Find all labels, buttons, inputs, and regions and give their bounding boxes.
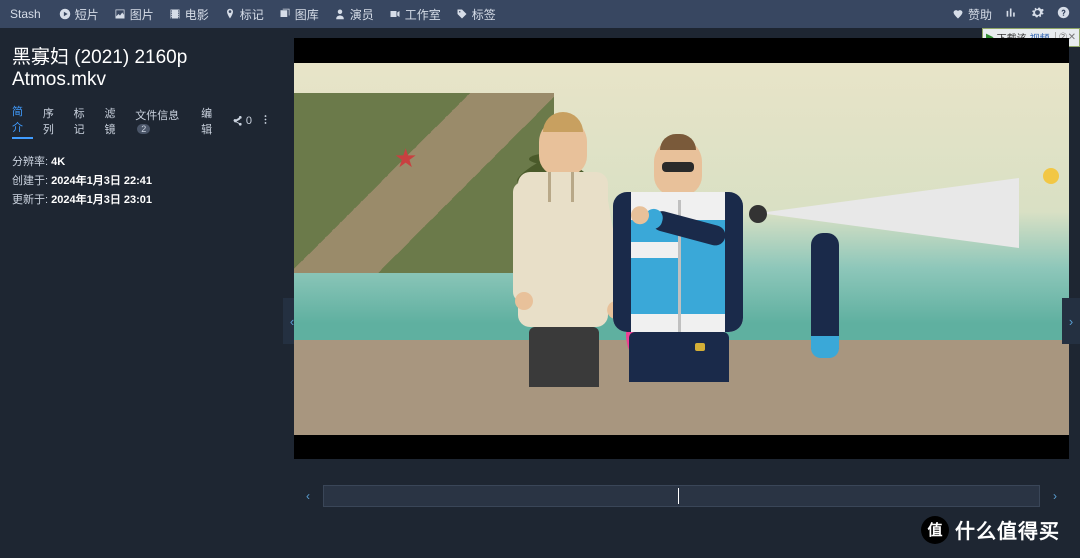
updated-row: 更新于: 2024年1月3日 23:01 — [12, 191, 271, 207]
play-circle-icon — [59, 8, 71, 20]
nav-shorts[interactable]: 短片 — [59, 6, 99, 23]
gear-icon — [1031, 6, 1044, 19]
nav-markers[interactable]: 标记 — [224, 6, 264, 23]
details-panel: 分辨率: 4K 创建于: 2024年1月3日 22:41 更新于: 2024年1… — [12, 153, 271, 207]
video-icon — [389, 8, 401, 20]
next-scene-button[interactable]: › — [1062, 298, 1080, 344]
heart-icon — [952, 8, 964, 20]
nav-right: 赞助 — [952, 6, 1070, 23]
stats-button[interactable] — [1005, 6, 1018, 22]
share-icon — [232, 116, 243, 127]
layers-icon — [279, 8, 291, 20]
settings-button[interactable] — [1031, 6, 1044, 22]
nav-tags[interactable]: 标签 — [456, 6, 496, 23]
video-wrap: ‹ ★ — [283, 28, 1080, 469]
sidebar: 黑寡妇 (2021) 2160p Atmos.mkv 简介 序列 标记 滤镜 文… — [0, 28, 283, 558]
nav-images[interactable]: 图片 — [114, 6, 154, 23]
scrub-prev-button[interactable]: ‹ — [301, 476, 315, 516]
nav-items: 短片 图片 电影 标记 图库 演员 工作室 标签 — [59, 6, 496, 23]
video-frame[interactable]: ★ — [294, 38, 1069, 459]
more-button[interactable] — [260, 114, 271, 128]
scrubber[interactable] — [323, 485, 1040, 507]
player-area: ‹ ★ — [283, 28, 1080, 558]
user-icon — [334, 8, 346, 20]
tab-details[interactable]: 简介 — [12, 103, 33, 139]
help-button[interactable] — [1057, 6, 1070, 22]
share-button[interactable]: 0 — [232, 115, 252, 127]
tab-file-info[interactable]: 文件信息2 — [135, 107, 191, 135]
tabs: 简介 序列 标记 滤镜 文件信息2 编辑 0 — [12, 103, 271, 139]
video-still: ★ — [294, 63, 1069, 435]
created-row: 创建于: 2024年1月3日 22:41 — [12, 172, 271, 188]
film-icon — [169, 8, 181, 20]
tag-icon — [456, 8, 468, 20]
dots-icon — [260, 114, 271, 125]
watermark-logo: 值 — [921, 516, 949, 544]
file-info-count: 2 — [137, 124, 150, 134]
navbar: Stash 短片 图片 电影 标记 图库 演员 工作室 — [0, 0, 1080, 28]
nav-studios[interactable]: 工作室 — [389, 6, 441, 23]
nav-movies[interactable]: 电影 — [169, 6, 209, 23]
chart-icon — [1005, 6, 1018, 19]
brand[interactable]: Stash — [10, 7, 41, 21]
donate-button[interactable]: 赞助 — [952, 6, 992, 23]
nav-galleries[interactable]: 图库 — [279, 6, 319, 23]
scene-title: 黑寡妇 (2021) 2160p Atmos.mkv — [12, 42, 271, 91]
resolution-row: 分辨率: 4K — [12, 153, 271, 169]
tab-queue[interactable]: 序列 — [43, 105, 64, 137]
tab-filters[interactable]: 滤镜 — [104, 105, 125, 137]
pin-icon — [224, 8, 236, 20]
watermark: 值 什么值得买 — [921, 515, 1060, 544]
content: 黑寡妇 (2021) 2160p Atmos.mkv 简介 序列 标记 滤镜 文… — [0, 28, 1080, 558]
question-icon — [1057, 6, 1070, 19]
tab-edit[interactable]: 编辑 — [201, 105, 222, 137]
tab-markers[interactable]: 标记 — [74, 105, 95, 137]
nav-performers[interactable]: 演员 — [334, 6, 374, 23]
scrub-next-button[interactable]: › — [1048, 476, 1062, 516]
playhead[interactable] — [678, 488, 679, 504]
image-icon — [114, 8, 126, 20]
watermark-text: 什么值得买 — [955, 515, 1060, 544]
